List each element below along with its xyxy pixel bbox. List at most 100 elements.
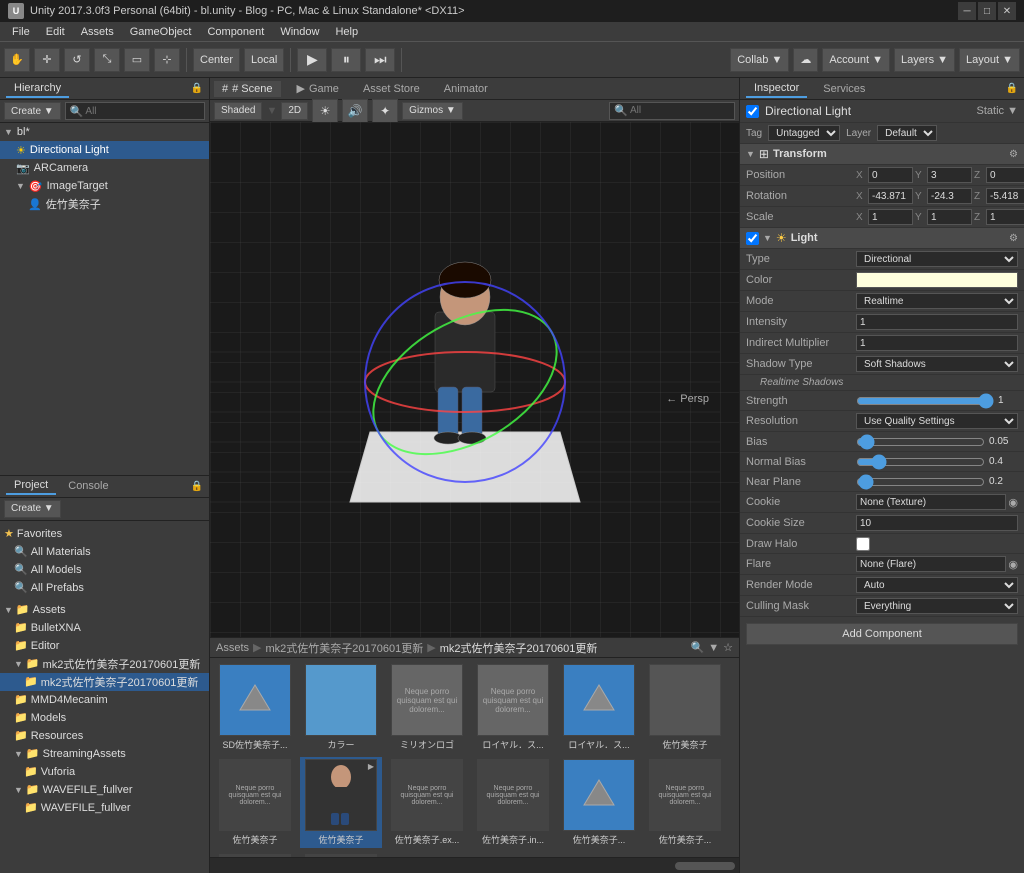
normal-bias-slider[interactable] xyxy=(856,456,985,468)
favorites-header[interactable]: ★ Favorites xyxy=(0,525,209,543)
tool-hand[interactable]: ✋ xyxy=(4,48,30,72)
services-tab[interactable]: Services xyxy=(815,81,873,97)
all-materials-item[interactable]: 🔍 All Materials xyxy=(0,543,209,561)
account-button[interactable]: Account ▼ xyxy=(822,48,890,72)
tool-transform[interactable]: ⊹ xyxy=(154,48,180,72)
audio-icon[interactable]: 🔊 xyxy=(342,99,368,123)
tag-dropdown[interactable]: Untagged xyxy=(768,125,840,141)
fx-icon[interactable]: ✦ xyxy=(372,99,398,123)
breadcrumb-mk2[interactable]: mk2式佐竹美奈子20170601更新 xyxy=(265,640,423,656)
scale-z-input[interactable] xyxy=(986,209,1024,225)
breadcrumb-mk2-sub[interactable]: mk2式佐竹美奈子20170601更新 xyxy=(440,640,598,656)
near-plane-slider[interactable] xyxy=(856,476,985,488)
menu-gameobject[interactable]: GameObject xyxy=(122,22,200,42)
assets-header[interactable]: ▼ 📁 Assets xyxy=(0,601,209,619)
tool-scale[interactable]: ⤡ xyxy=(94,48,120,72)
inspector-lock-icon[interactable]: 🔒 xyxy=(1006,83,1018,94)
asset-item-6[interactable]: Neque porro quisquam est qui dolorem... … xyxy=(214,757,296,848)
pos-y-input[interactable] xyxy=(927,167,972,183)
hierarchy-search-input[interactable] xyxy=(85,106,185,117)
asset-store-tab[interactable]: Asset Store xyxy=(355,81,428,97)
asset-item-10[interactable]: 佐竹美奈子... xyxy=(558,757,640,848)
game-tab[interactable]: ▶ Game xyxy=(289,80,347,97)
flare-input[interactable] xyxy=(856,556,1006,572)
color-swatch[interactable] xyxy=(856,272,1018,288)
intensity-input[interactable] xyxy=(856,314,1018,330)
scene-search-input[interactable] xyxy=(630,105,730,116)
asset-item-7[interactable]: ▶ 佐竹美奈子 xyxy=(300,757,382,848)
wavefile-sub-item[interactable]: 📁 WAVEFILE_fullver xyxy=(0,799,209,817)
h-scrollbar[interactable] xyxy=(210,857,739,873)
layer-dropdown[interactable]: Default xyxy=(877,125,937,141)
pos-x-input[interactable] xyxy=(868,167,913,183)
rot-z-input[interactable] xyxy=(986,188,1024,204)
all-prefabs-item[interactable]: 🔍 All Prefabs xyxy=(0,579,209,597)
tree-item-satak[interactable]: 👤 佐竹美奈子 xyxy=(0,195,209,213)
object-enabled-checkbox[interactable] xyxy=(746,105,759,118)
lighting-icon[interactable]: ☀ xyxy=(312,99,338,123)
menu-help[interactable]: Help xyxy=(327,22,366,42)
transform-settings-icon[interactable]: ⚙ xyxy=(1009,149,1018,160)
project-lock-icon[interactable]: 🔒 xyxy=(191,481,203,492)
play-button[interactable]: ▶ xyxy=(297,48,327,72)
strength-slider[interactable] xyxy=(856,395,994,407)
menu-file[interactable]: File xyxy=(4,22,38,42)
hierarchy-create-button[interactable]: Create ▼ xyxy=(4,102,61,120)
scene-tab[interactable]: # # Scene xyxy=(214,81,281,97)
tool-move[interactable]: ✛ xyxy=(34,48,60,72)
streaming-item[interactable]: ▼ 📁 StreamingAssets xyxy=(0,745,209,763)
menu-edit[interactable]: Edit xyxy=(38,22,73,42)
rot-y-input[interactable] xyxy=(927,188,972,204)
models-item[interactable]: 📁 Models xyxy=(0,709,209,727)
breadcrumb-assets[interactable]: Assets xyxy=(216,642,249,654)
cookie-input[interactable] xyxy=(856,494,1006,510)
light-enabled-checkbox[interactable] xyxy=(746,232,759,245)
render-mode-dropdown[interactable]: Auto xyxy=(856,577,1018,593)
cookie-circle-icon[interactable]: ◉ xyxy=(1008,496,1018,509)
type-dropdown[interactable]: Directional xyxy=(856,251,1018,267)
cloud-button[interactable]: ☁ xyxy=(793,48,818,72)
menu-window[interactable]: Window xyxy=(272,22,327,42)
local-button[interactable]: Local xyxy=(244,48,284,72)
shaded-button[interactable]: Shaded xyxy=(214,102,262,120)
shadow-type-dropdown[interactable]: Soft Shadows xyxy=(856,356,1018,372)
mmd4-item[interactable]: 📁 MMD4Mecanim xyxy=(0,691,209,709)
bias-slider[interactable] xyxy=(856,436,985,448)
mode-dropdown[interactable]: Realtime xyxy=(856,293,1018,309)
editor-item[interactable]: 📁 Editor xyxy=(0,637,209,655)
asset-item-4[interactable]: ロイヤル．ス... xyxy=(558,662,640,753)
asset-item-11[interactable]: Neque porro quisquam est qui dolorem... … xyxy=(644,757,726,848)
filter-icon[interactable]: ▼ xyxy=(708,642,719,654)
menu-component[interactable]: Component xyxy=(199,22,272,42)
mk2-sub-item[interactable]: 📁 mk2式佐竹美奈子20170601更新 xyxy=(0,673,209,691)
project-tab[interactable]: Project xyxy=(6,477,56,495)
inspector-tab[interactable]: Inspector xyxy=(746,80,807,98)
tool-rotate[interactable]: ↺ xyxy=(64,48,90,72)
transform-header[interactable]: ▼ ⊞ Transform ⚙ xyxy=(740,144,1024,165)
animator-tab[interactable]: Animator xyxy=(436,81,496,97)
gizmos-button[interactable]: Gizmos ▼ xyxy=(402,102,463,120)
resources-item[interactable]: 📁 Resources xyxy=(0,727,209,745)
tree-item-arcamera[interactable]: 📷 ARCamera xyxy=(0,159,209,177)
console-tab[interactable]: Console xyxy=(60,478,116,494)
rot-x-input[interactable] xyxy=(868,188,913,204)
scale-x-input[interactable] xyxy=(868,209,913,225)
layers-button[interactable]: Layers ▼ xyxy=(894,48,955,72)
tree-item-scene[interactable]: ▼ bl* xyxy=(0,123,209,141)
step-button[interactable]: ⏭ xyxy=(365,48,395,72)
pos-z-input[interactable] xyxy=(986,167,1024,183)
maximize-button[interactable]: □ xyxy=(978,2,996,20)
minimize-button[interactable]: ─ xyxy=(958,2,976,20)
all-models-item[interactable]: 🔍 All Models xyxy=(0,561,209,579)
asset-item-2[interactable]: Neque porro quisquam est qui dolorem... … xyxy=(386,662,468,753)
add-component-button[interactable]: Add Component xyxy=(746,623,1018,645)
bulletxna-item[interactable]: 📁 BulletXNA xyxy=(0,619,209,637)
star-icon-project[interactable]: ☆ xyxy=(723,641,733,654)
hierarchy-tab[interactable]: Hierarchy xyxy=(6,80,69,98)
indirect-input[interactable] xyxy=(856,335,1018,351)
menu-assets[interactable]: Assets xyxy=(73,22,122,42)
close-button[interactable]: ✕ xyxy=(998,2,1016,20)
light-settings-icon[interactable]: ⚙ xyxy=(1009,233,1018,244)
cookie-size-input[interactable] xyxy=(856,515,1018,531)
asset-item-5[interactable]: 佐竹美奈子 xyxy=(644,662,726,753)
